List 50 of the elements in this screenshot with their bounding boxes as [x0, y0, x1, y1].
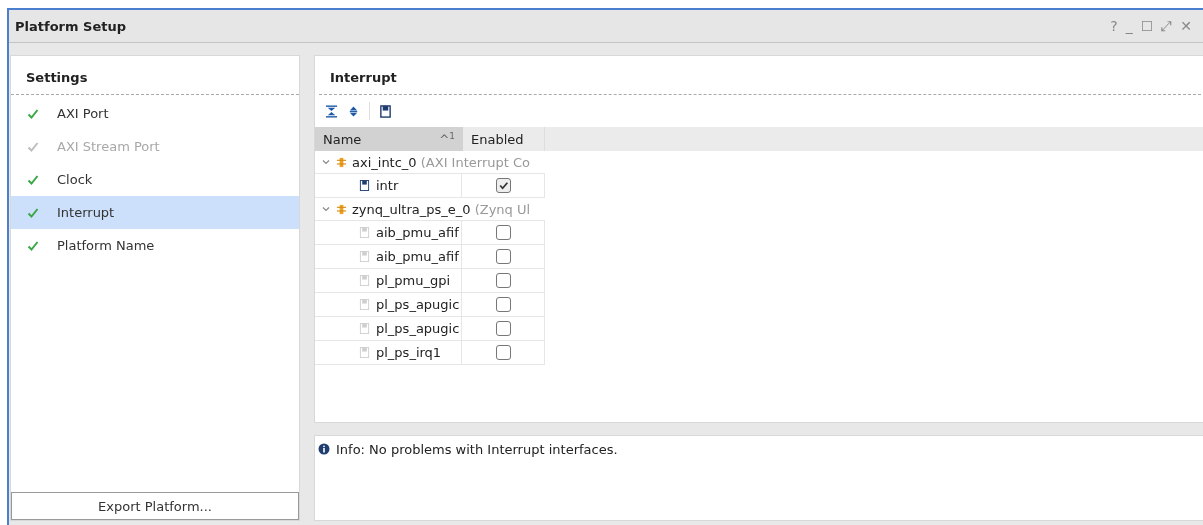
- ip-block-icon: [336, 156, 347, 168]
- checkmark-icon: [27, 239, 39, 252]
- checkbox[interactable]: [495, 297, 511, 312]
- export-platform-button[interactable]: Export Platform...: [11, 492, 299, 520]
- checkmark-icon: [27, 140, 39, 153]
- tree-node-label: axi_intc_0 (AXI Interrupt Co: [352, 154, 530, 170]
- port-name: aib_pmu_afif: [376, 249, 459, 264]
- port-icon: [359, 275, 370, 286]
- port-name: pl_ps_apugic: [376, 321, 460, 336]
- panel-title: Interrupt: [329, 69, 398, 87]
- settings-item[interactable]: Clock: [11, 163, 299, 196]
- port-icon: [359, 347, 370, 358]
- expand-all-icon[interactable]: [347, 104, 360, 118]
- checkbox[interactable]: [495, 321, 511, 336]
- collapse-all-icon[interactable]: [325, 104, 338, 118]
- port-name: intr: [376, 178, 399, 193]
- checkmark-icon: [497, 180, 509, 191]
- port-name: pl_ps_irq1: [376, 345, 442, 360]
- info-message: Info: No problems with Interrupt interfaces.: [336, 442, 618, 457]
- checkmark-icon: [27, 107, 39, 120]
- port-icon[interactable]: [379, 104, 392, 118]
- window-title: Platform Setup: [15, 18, 126, 34]
- tree-node-label: zynq_ultra_ps_e_0 (Zynq Ul: [352, 201, 531, 217]
- ip-block-icon: [336, 203, 347, 215]
- tree-row[interactable]: zynq_ultra_ps_e_0 (Zynq Ul: [315, 198, 545, 221]
- port-icon: [359, 227, 370, 238]
- checkbox[interactable]: [495, 225, 511, 240]
- panel-title: Settings: [25, 69, 89, 87]
- port-icon: [359, 299, 370, 310]
- checkmark-icon: [27, 173, 39, 186]
- checkbox[interactable]: [495, 249, 511, 264]
- chevron-icon[interactable]: [321, 157, 331, 167]
- settings-item[interactable]: AXI Port: [11, 97, 299, 130]
- port-name: pl_pmu_gpi: [376, 273, 451, 288]
- column-header[interactable]: Enabled: [463, 127, 545, 151]
- port-icon: [359, 323, 370, 334]
- tree-row[interactable]: axi_intc_0 (AXI Interrupt Co: [315, 151, 545, 174]
- checkmark-icon: [27, 206, 39, 219]
- checkbox[interactable]: [495, 345, 511, 360]
- checkbox[interactable]: [495, 178, 511, 193]
- port-name: aib_pmu_afif: [376, 225, 459, 240]
- settings-item[interactable]: Platform Name: [11, 229, 299, 262]
- settings-item[interactable]: Interrupt: [11, 196, 299, 229]
- chevron-icon[interactable]: [321, 204, 331, 214]
- port-name: pl_ps_apugic: [376, 297, 460, 312]
- port-icon: [359, 251, 370, 262]
- info-icon: [318, 443, 330, 455]
- checkbox[interactable]: [495, 273, 511, 288]
- port-icon: [359, 180, 370, 191]
- column-header[interactable]: Name ^$^{1}$: [315, 127, 463, 151]
